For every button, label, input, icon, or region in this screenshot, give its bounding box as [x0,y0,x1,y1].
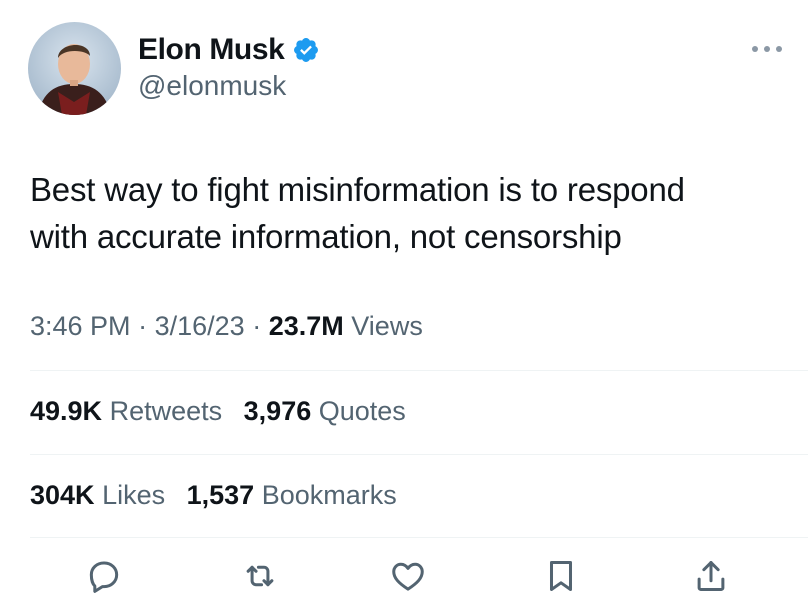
views-label: Views [351,311,423,341]
views-count: 23.7M [268,311,344,341]
divider [30,537,808,538]
retweet-icon [241,557,279,600]
reply-icon [85,557,123,600]
retweets-stat[interactable]: 49.9K Retweets [30,396,230,426]
retweet-button[interactable] [237,555,283,601]
stats-row-likes-bookmarks: 304K Likes 1,537 Bookmarks [30,477,411,513]
bookmark-button[interactable] [538,555,584,601]
retweets-label: Retweets [109,396,223,426]
divider [30,454,808,455]
author-name-row[interactable]: Elon Musk [138,30,320,70]
share-icon [692,557,730,600]
divider [30,370,808,371]
bookmarks-label: Bookmarks [261,480,397,510]
like-button[interactable] [385,555,431,601]
meta-separator: · [138,311,148,341]
bookmark-icon [542,557,580,600]
heart-icon [389,557,427,600]
likes-label: Likes [102,480,166,510]
likes-stat[interactable]: 304K Likes [30,480,173,510]
stats-row-retweets-quotes: 49.9K Retweets 3,976 Quotes [30,393,420,429]
quotes-stat[interactable]: 3,976 Quotes [244,396,406,426]
share-button[interactable] [688,555,734,601]
verified-badge-icon [292,36,320,64]
more-horizontal-icon[interactable] [750,42,784,54]
bookmarks-stat[interactable]: 1,537 Bookmarks [187,480,397,510]
author-display-name[interactable]: Elon Musk [138,33,285,67]
tweet-text-line: Best way to fight misinformation is to r… [30,171,685,208]
meta-separator: · [252,311,262,341]
tweet-action-bar [0,555,808,601]
tweet-text-line: with accurate information, not censorshi… [30,218,622,255]
reply-button[interactable] [81,555,127,601]
tweet-date[interactable]: 3/16/23 [155,311,245,341]
author-handle[interactable]: @elonmusk [138,70,286,102]
avatar[interactable] [28,22,121,115]
tweet-time[interactable]: 3:46 PM [30,311,131,341]
tweet-meta: 3:46 PM · 3/16/23 · 23.7M Views [30,308,423,344]
quotes-count: 3,976 [243,396,312,426]
likes-count: 304K [30,480,95,510]
retweets-count: 49.9K [30,396,103,426]
bookmarks-count: 1,537 [186,480,255,510]
tweet-text: Best way to fight misinformation is to r… [30,166,790,260]
quotes-label: Quotes [318,396,406,426]
